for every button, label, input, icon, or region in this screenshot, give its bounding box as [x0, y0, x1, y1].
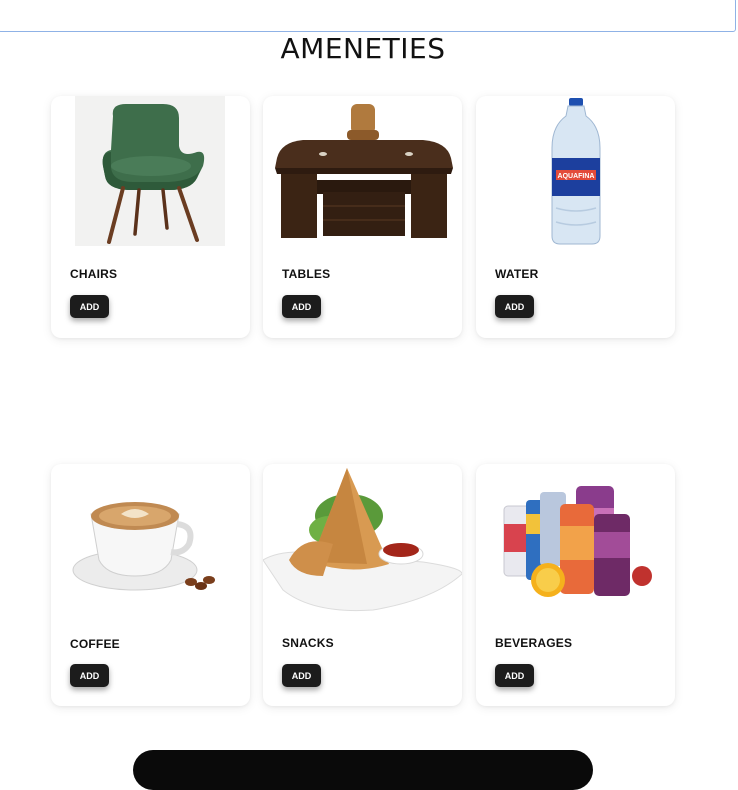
amenity-label-coffee: COFFEE [70, 637, 120, 651]
top-search-input[interactable] [0, 0, 736, 32]
amenity-card-tables: TABLES ADD [263, 96, 462, 338]
add-chairs-button[interactable]: ADD [70, 295, 109, 318]
amenity-card-snacks: SNACKS ADD [263, 464, 462, 706]
soda-cans-image [503, 486, 652, 597]
amenity-label-tables: TABLES [282, 267, 331, 281]
amenity-card-beverages: BEVERAGES ADD [476, 464, 675, 706]
water-bottle-image: AQUAFINA [551, 98, 601, 245]
add-coffee-button[interactable]: ADD [70, 664, 109, 687]
add-water-button[interactable]: ADD [495, 295, 534, 318]
amenity-card-water: AQUAFINA WATER ADD [476, 96, 675, 338]
samosa-plate-image [263, 468, 462, 612]
amenity-card-coffee: COFFEE ADD [51, 464, 250, 706]
amenity-label-snacks: SNACKS [282, 636, 334, 650]
svg-text:AQUAFINA: AQUAFINA [558, 173, 595, 180]
add-snacks-button[interactable]: ADD [282, 664, 321, 687]
amenity-card-chairs: CHAIRS ADD [51, 96, 250, 338]
amenity-label-water: WATER [495, 267, 539, 281]
bottom-action-bar[interactable] [133, 750, 593, 790]
add-tables-button[interactable]: ADD [282, 295, 321, 318]
green-armchair-image [75, 96, 225, 246]
amenity-label-beverages: BEVERAGES [495, 636, 573, 650]
office-desk-image [275, 104, 453, 238]
amenity-label-chairs: CHAIRS [70, 267, 118, 281]
add-beverages-button[interactable]: ADD [495, 664, 534, 687]
page-title: AMENETIES [280, 32, 446, 65]
coffee-cup-image [72, 502, 215, 591]
